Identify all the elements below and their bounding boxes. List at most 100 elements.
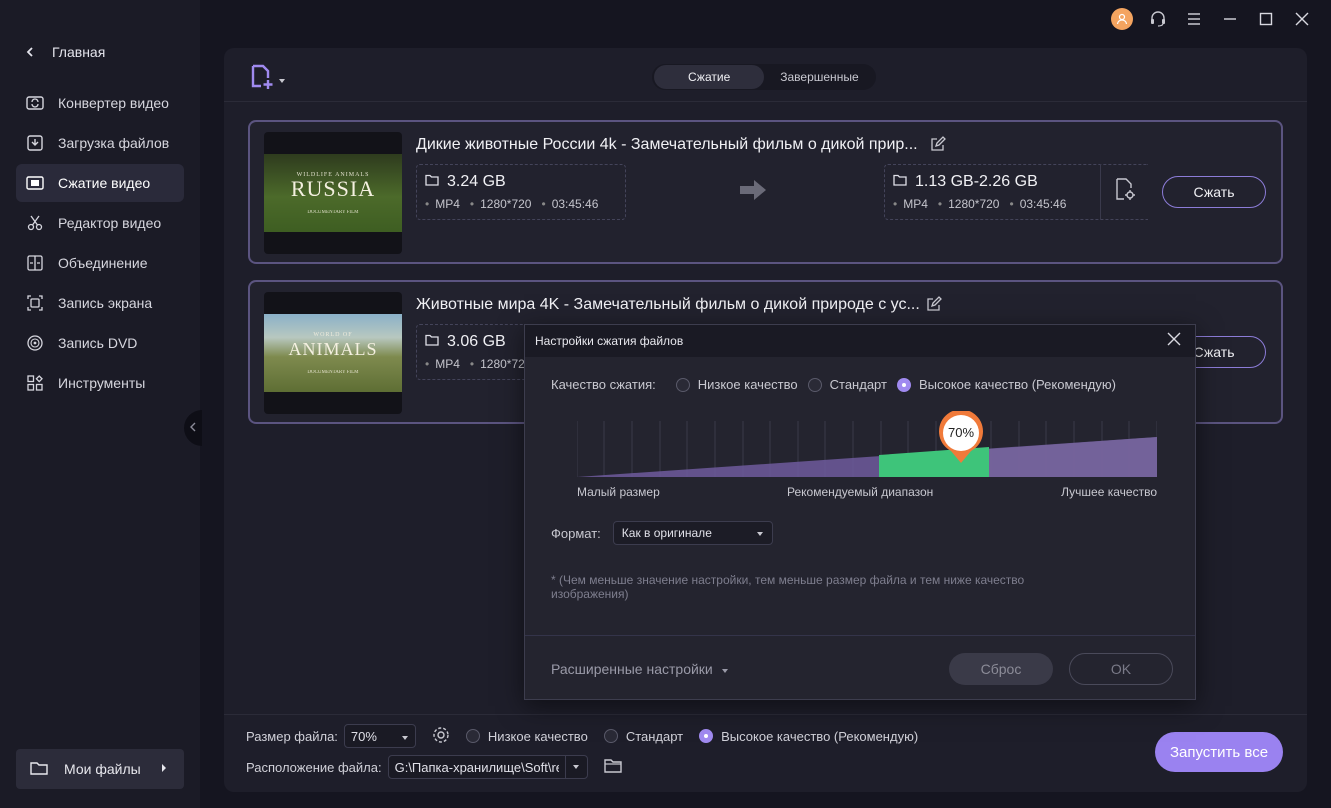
quality-settings-icon[interactable] — [432, 726, 450, 747]
chevron-left-icon — [190, 419, 196, 437]
quality-row: Качество сжатия: Низкое качество Стандар… — [551, 377, 1116, 392]
video-thumbnail[interactable]: WORLD OF ANIMALS DOCUMENTARY FILM — [264, 292, 402, 414]
sidebar-item-label: Конвертер видео — [58, 95, 169, 111]
tools-icon — [26, 374, 44, 392]
file-location-label: Расположение файла: — [246, 759, 382, 775]
source-resolution: 1280*72 — [470, 357, 525, 371]
sidebar-item-editor[interactable]: Редактор видео — [16, 204, 184, 242]
file-location-value: G:\Папка-хранилище\Soft\rel — [394, 759, 560, 775]
sidebar-item-label: Запись экрана — [58, 295, 153, 311]
add-file-button[interactable] — [250, 64, 286, 95]
chevron-left-icon — [26, 44, 34, 60]
chevron-down-icon — [565, 756, 587, 778]
target-format: MP4 — [893, 197, 928, 211]
radio-label: Высокое качество (Рекомендую) — [918, 377, 1116, 392]
tab-compress[interactable]: Сжатие — [654, 65, 765, 89]
thumbnail-title: RUSSIA — [290, 175, 376, 201]
arrow-right-icon — [738, 178, 768, 207]
video-thumbnail[interactable]: WILDLIFE ANIMALS RUSSIA DOCUMENTARY FILM — [264, 132, 402, 254]
tab-finished[interactable]: Завершенные — [764, 65, 874, 89]
open-folder-icon[interactable] — [603, 758, 622, 776]
sidebar-item-converter[interactable]: Конвертер видео — [16, 84, 184, 122]
edit-icon[interactable] — [926, 296, 942, 317]
dialog-quality-low-radio[interactable]: Низкое качество — [675, 377, 798, 392]
edit-icon[interactable] — [930, 136, 946, 157]
thumbnail-title: ANIMALS — [288, 338, 378, 359]
scissors-icon — [26, 214, 44, 232]
thumbnail-image: WORLD OF ANIMALS DOCUMENTARY FILM — [264, 314, 402, 392]
advanced-settings-label: Расширенные настройки — [551, 661, 713, 677]
sidebar-item-label: Редактор видео — [58, 215, 162, 231]
dialog-header: Настройки сжатия файлов — [525, 325, 1195, 357]
tab-bar: Сжатие Завершенные — [652, 64, 876, 90]
start-all-button[interactable]: Запустить все — [1155, 732, 1283, 772]
chevron-down-icon — [401, 729, 409, 744]
format-select[interactable]: Как в оригинале — [612, 521, 773, 545]
sidebar-item-label: Загрузка файлов — [58, 135, 170, 151]
quality-high-radio[interactable]: Высокое качество (Рекомендую) — [699, 729, 918, 744]
download-icon — [26, 134, 44, 152]
source-duration: 03:45:46 — [541, 197, 599, 211]
screen-record-icon — [26, 294, 44, 312]
folder-icon — [425, 173, 439, 191]
radio-dot — [699, 729, 714, 743]
target-resolution: 1280*720 — [938, 197, 999, 211]
chevron-down-icon — [721, 661, 729, 677]
radio-dot — [896, 377, 911, 392]
radio-label: Высокое качество (Рекомендую) — [721, 728, 919, 744]
radio-dot — [465, 729, 480, 743]
maximize-icon[interactable] — [1255, 8, 1277, 30]
sidebar-item-dvd[interactable]: Запись DVD — [16, 324, 184, 362]
label-best-quality: Лучшее качество — [1061, 485, 1157, 499]
my-files-button[interactable]: Мои файлы — [16, 749, 184, 789]
close-icon[interactable] — [1167, 332, 1185, 350]
slider-marker[interactable]: 70% — [937, 409, 985, 463]
radio-dot — [603, 729, 618, 743]
chevron-down-icon — [278, 71, 286, 89]
bottom-divider — [224, 714, 1307, 715]
quality-low-radio[interactable]: Низкое качество — [465, 728, 588, 744]
dialog-title: Настройки сжатия файлов — [535, 334, 684, 348]
folder-icon — [30, 761, 48, 778]
source-format: MP4 — [425, 197, 460, 211]
sidebar-item-merge[interactable]: Объединение — [16, 244, 184, 282]
target-size: 1.13 GB-2.26 GB — [915, 173, 1038, 190]
support-headset-icon[interactable] — [1147, 8, 1169, 30]
thumbnail-subcaption: DOCUMENTARY FILM — [307, 369, 359, 375]
dialog-quality-high-radio[interactable]: Высокое качество (Рекомендую) — [896, 377, 1116, 392]
compress-settings-button[interactable] — [1100, 164, 1148, 220]
sidebar-item-label: Инструменты — [58, 375, 146, 391]
quality-standard-radio[interactable]: Стандарт — [603, 729, 683, 744]
compression-settings-dialog: Настройки сжатия файлов Качество сжатия:… — [524, 324, 1196, 700]
sidebar-item-download[interactable]: Загрузка файлов — [16, 124, 184, 162]
radio-label: Низкое качество — [487, 728, 588, 744]
dialog-quality-standard-radio[interactable]: Стандарт — [807, 377, 887, 392]
reset-button[interactable]: Сброс — [949, 653, 1053, 685]
file-size-select[interactable]: 70% — [343, 724, 416, 748]
target-duration: 03:45:46 — [1009, 197, 1067, 211]
file-location-select[interactable]: G:\Папка-хранилище\Soft\rel — [387, 755, 588, 779]
compression-slider[interactable]: 70% — [576, 409, 1158, 479]
file-title: Животные мира 4K - Замечательный фильм о… — [416, 296, 920, 313]
minimize-icon[interactable] — [1219, 8, 1241, 30]
file-size-row: Размер файла: 70% Низкое качество Станда… — [246, 724, 918, 748]
sidebar-item-compress[interactable]: Сжатие видео — [16, 164, 184, 202]
thumbnail-caption: WILDLIFE ANIMALS — [296, 171, 370, 178]
menu-icon[interactable] — [1183, 8, 1205, 30]
radio-dot — [675, 377, 690, 392]
sidebar-item-tools[interactable]: Инструменты — [16, 364, 184, 402]
format-label: Формат: — [551, 525, 601, 541]
dvd-icon — [26, 334, 44, 352]
file-size-label: Размер файла: — [246, 728, 338, 744]
sidebar-item-screen-record[interactable]: Запись экрана — [16, 284, 184, 322]
advanced-settings-toggle[interactable]: Расширенные настройки — [551, 661, 729, 677]
user-avatar-icon[interactable] — [1111, 8, 1133, 30]
home-link[interactable]: Главная — [26, 42, 105, 62]
radio-label: Стандарт — [829, 377, 887, 392]
ok-button[interactable]: OK — [1069, 653, 1173, 685]
slider-ramp-right — [989, 437, 1157, 477]
format-value: Как в оригинале — [621, 526, 712, 540]
close-icon[interactable] — [1291, 8, 1313, 30]
merge-icon — [26, 254, 44, 272]
compress-button[interactable]: Сжать — [1162, 176, 1266, 208]
